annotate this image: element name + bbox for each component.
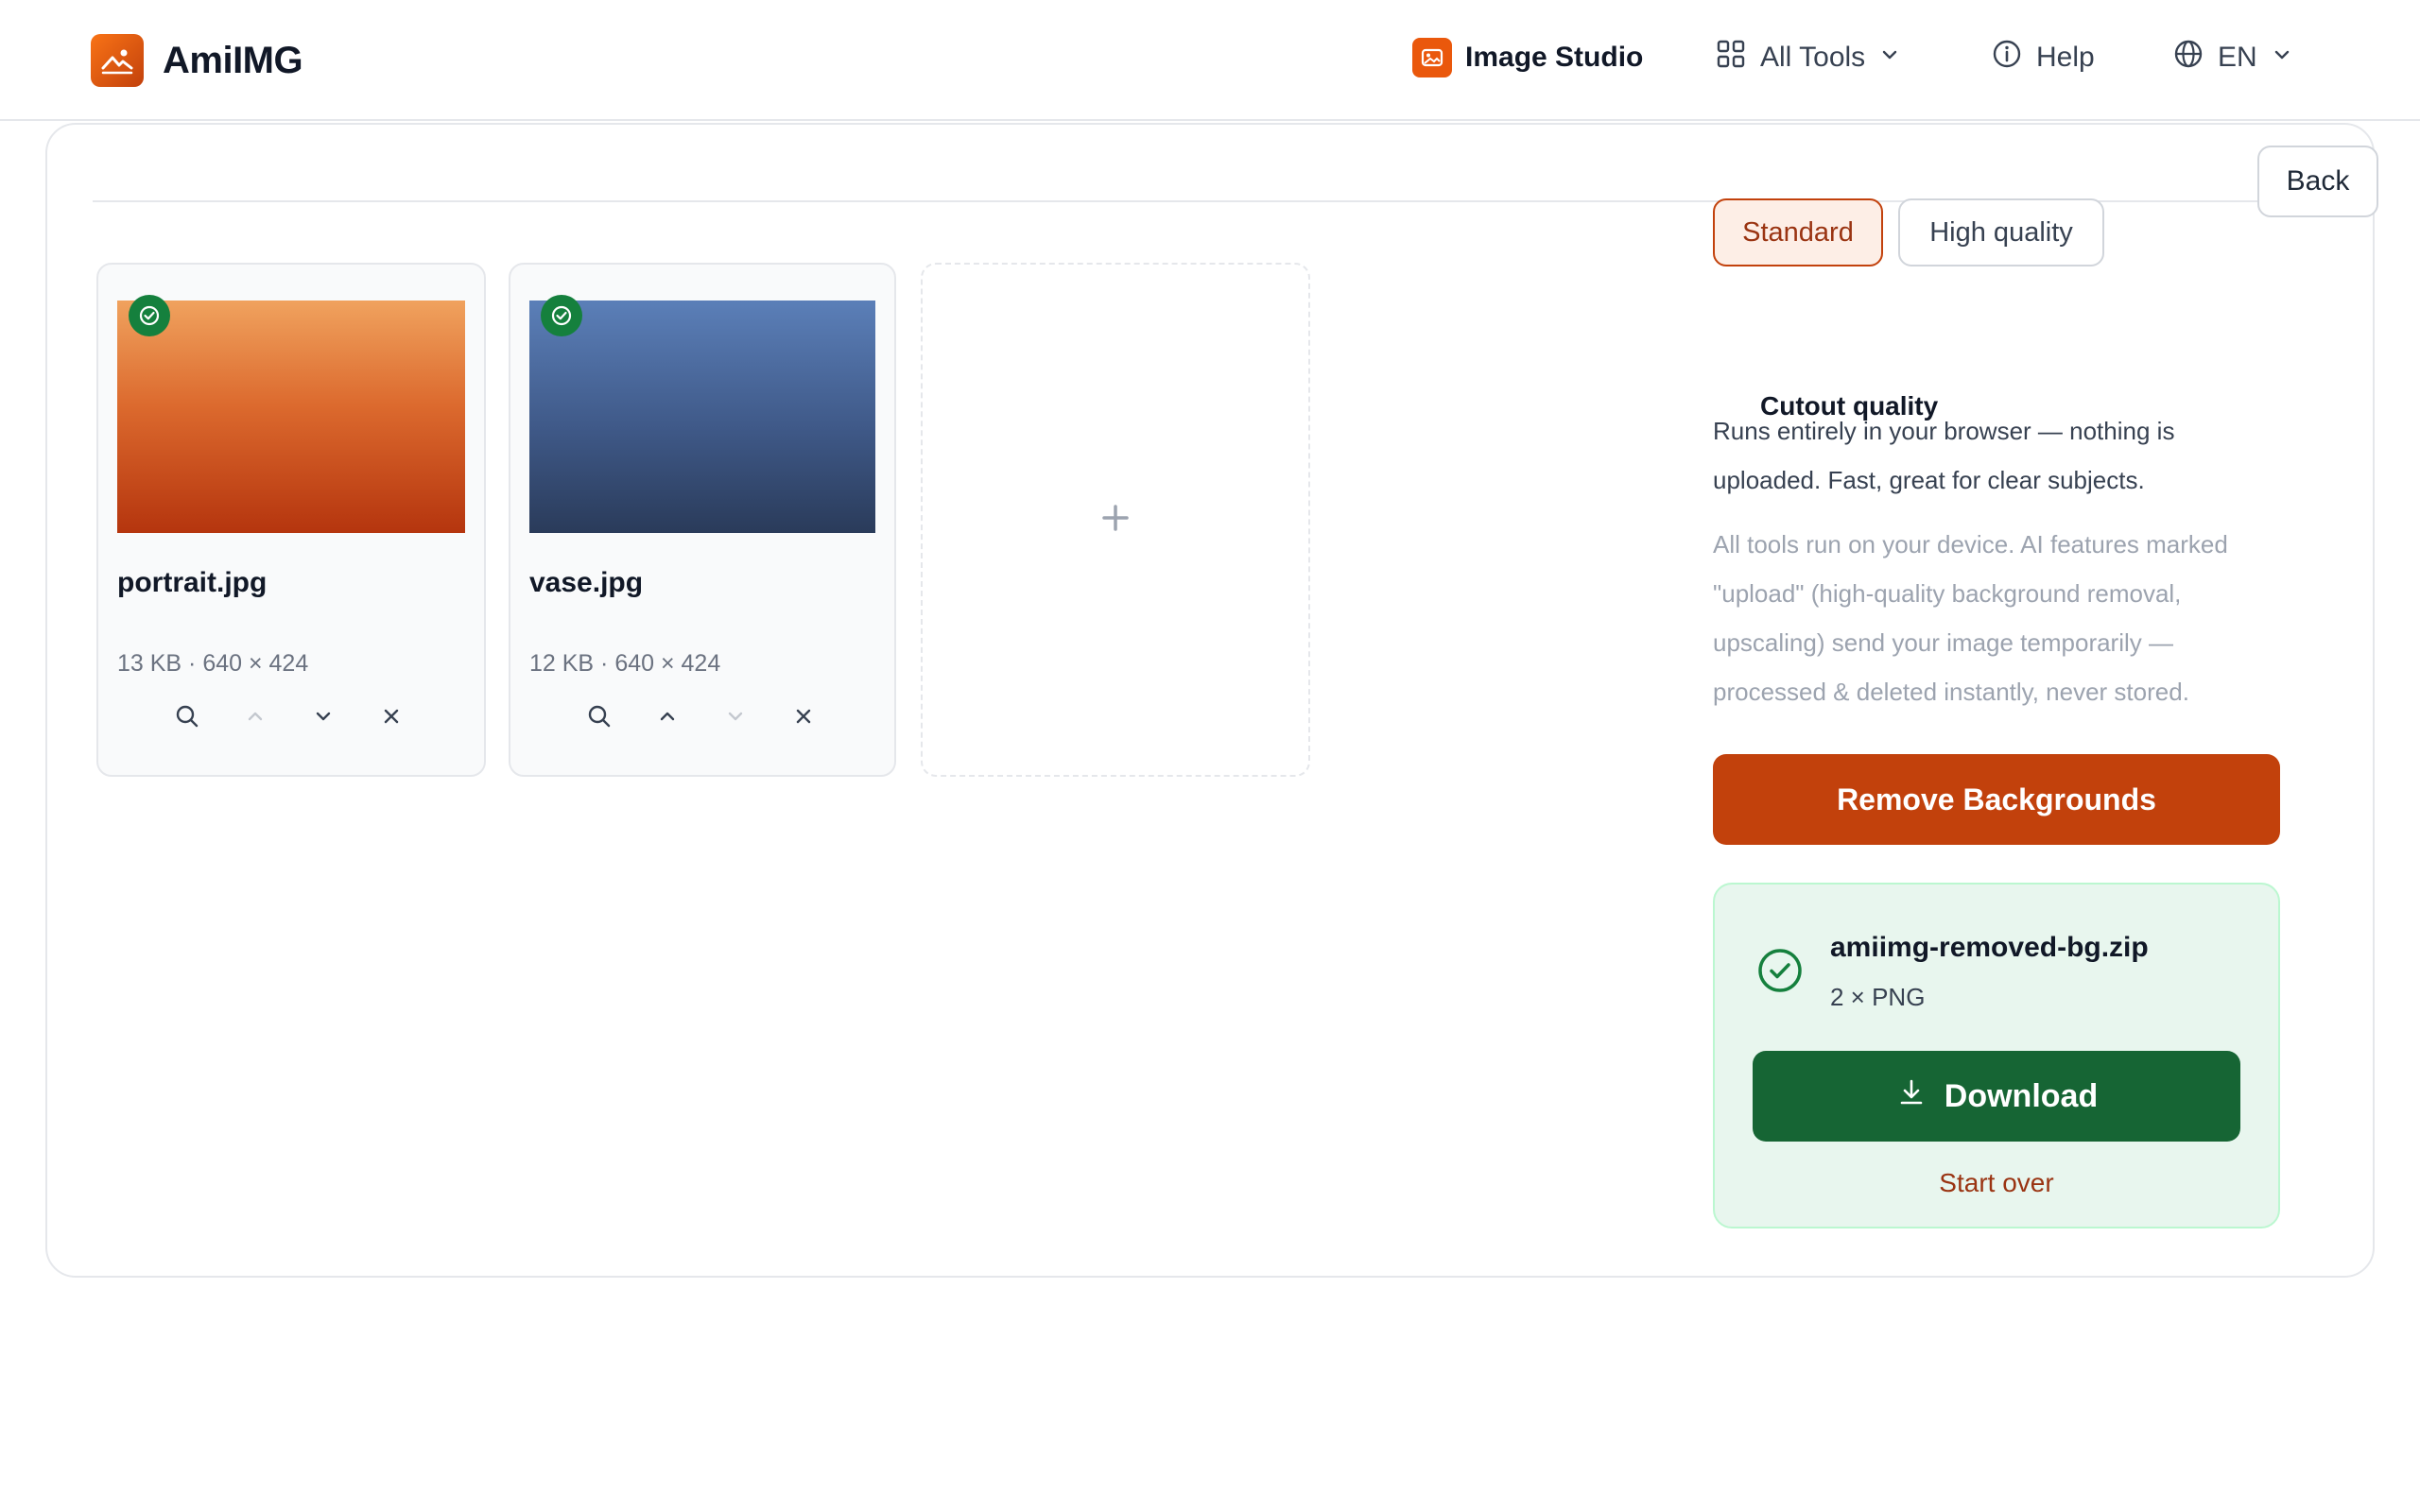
nav-image-studio[interactable]: Image Studio bbox=[1412, 38, 1643, 77]
chevron-down-icon bbox=[1878, 42, 1901, 74]
image-icon bbox=[1412, 38, 1452, 77]
info-icon bbox=[1991, 38, 2023, 77]
nav-all-tools-label: All Tools bbox=[1760, 42, 1866, 73]
file-meta: 12 KB · 640 × 424 bbox=[529, 650, 721, 677]
zoom-search-icon[interactable] bbox=[582, 699, 616, 733]
zoom-search-icon[interactable] bbox=[170, 699, 204, 733]
nav-help-label: Help bbox=[2036, 42, 2095, 73]
file-name: vase.jpg bbox=[529, 567, 644, 598]
back-button[interactable]: Back bbox=[2257, 146, 2378, 217]
file-tile: vase.jpg 12 KB · 640 × 424 bbox=[509, 263, 896, 777]
download-label: Download bbox=[1944, 1077, 2099, 1114]
quality-standard-option[interactable]: Standard bbox=[1713, 198, 1883, 266]
move-down-chevron-icon[interactable] bbox=[718, 699, 752, 733]
result-panel: amiimg-removed-bg.zip 2 × PNG Download S… bbox=[1713, 883, 2280, 1228]
nav-all-tools[interactable]: All Tools bbox=[1715, 38, 1901, 77]
globe-icon bbox=[2172, 38, 2204, 77]
download-icon bbox=[1895, 1076, 1927, 1117]
file-tile: portrait.jpg 13 KB · 640 × 424 bbox=[96, 263, 486, 777]
move-up-chevron-icon[interactable] bbox=[238, 699, 272, 733]
brand-name: AmiIMG bbox=[163, 39, 303, 81]
file-actions bbox=[582, 699, 821, 733]
grid-icon bbox=[1715, 38, 1747, 77]
chevron-down-icon bbox=[2271, 42, 2293, 74]
image-thumbnail[interactable] bbox=[529, 301, 875, 533]
image-thumbnail[interactable] bbox=[117, 301, 465, 533]
plus-icon bbox=[1097, 499, 1134, 541]
result-filename: amiimg-removed-bg.zip bbox=[1830, 932, 2149, 963]
file-name: portrait.jpg bbox=[117, 567, 268, 598]
check-circle-icon bbox=[129, 295, 170, 336]
file-actions bbox=[170, 699, 408, 733]
file-meta: 13 KB · 640 × 424 bbox=[117, 650, 309, 677]
nav-image-studio-label: Image Studio bbox=[1465, 42, 1644, 73]
download-button[interactable]: Download bbox=[1753, 1051, 2240, 1142]
quality-description: Runs entirely in your browser — nothing … bbox=[1713, 417, 2175, 494]
add-image-tile[interactable] bbox=[921, 263, 1310, 777]
result-meta: 2 × PNG bbox=[1830, 983, 1926, 1011]
move-down-chevron-icon[interactable] bbox=[306, 699, 340, 733]
remove-close-icon[interactable] bbox=[786, 699, 821, 733]
remove-close-icon[interactable] bbox=[374, 699, 408, 733]
check-circle-icon bbox=[541, 295, 582, 336]
nav-help[interactable]: Help bbox=[1991, 38, 2095, 77]
language-label: EN bbox=[2218, 42, 2257, 73]
brand[interactable]: AmiIMG bbox=[91, 34, 303, 87]
move-up-chevron-icon[interactable] bbox=[650, 699, 684, 733]
quality-high-option[interactable]: High quality bbox=[1898, 198, 2104, 266]
remove-backgrounds-button[interactable]: Remove Backgrounds bbox=[1713, 754, 2280, 845]
language-selector[interactable]: EN bbox=[2172, 38, 2293, 77]
privacy-note: All tools run on your device. AI feature… bbox=[1713, 530, 2228, 706]
logo-mountain-icon bbox=[91, 34, 144, 87]
check-circle-icon bbox=[1756, 947, 1804, 994]
start-over-link[interactable]: Start over bbox=[1715, 1168, 2278, 1198]
top-header: AmiIMG Image Studio All Tools Help EN bbox=[0, 0, 2420, 121]
